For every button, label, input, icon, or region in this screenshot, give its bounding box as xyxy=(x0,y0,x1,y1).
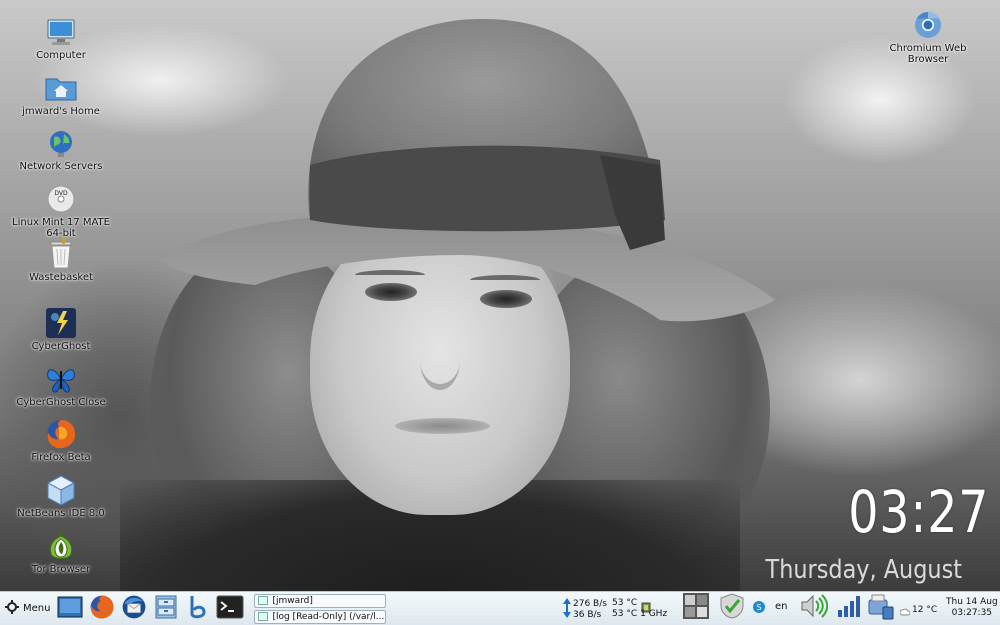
tray-security-status[interactable] xyxy=(718,593,746,623)
gear-icon xyxy=(5,599,19,618)
desktop-icon-label: Network Servers xyxy=(19,161,103,172)
launcher-terminal[interactable] xyxy=(215,594,245,624)
terminal-icon xyxy=(216,595,244,623)
cpu-temp-2: 53 °C xyxy=(612,609,638,619)
task-label: [log [Read-Only] (/var/l... xyxy=(272,611,385,622)
firefox-icon xyxy=(89,594,115,624)
desktop-icon-chromium[interactable]: Chromium Web Browser xyxy=(873,8,983,65)
desktop-icon-label: CyberGhost xyxy=(31,341,91,352)
desktop-icon-cyberghost-close[interactable]: CyberGhost Close xyxy=(6,362,116,408)
network-globe-icon xyxy=(44,126,78,160)
desktop-icon-dvd[interactable]: DVD Linux Mint 17 MATE 64-bit xyxy=(6,182,116,239)
keyboard-layout-indicator[interactable]: en xyxy=(775,601,788,612)
tray-skype[interactable]: S xyxy=(748,594,770,622)
desktop-icon-label: NetBeans IDE 8.0 xyxy=(17,508,105,519)
dvd-disc-icon: DVD xyxy=(44,182,78,216)
shield-check-icon xyxy=(719,593,745,623)
tor-onion-icon xyxy=(44,529,78,563)
computer-icon xyxy=(44,15,78,49)
panel-clock[interactable]: Thu 14 Aug 03:27:35 xyxy=(946,597,998,619)
desktop-icon-computer[interactable]: Computer xyxy=(6,15,116,61)
launcher-file-manager[interactable] xyxy=(151,594,181,624)
launcher-firefox[interactable] xyxy=(87,594,117,624)
desktop-icon-network[interactable]: Network Servers xyxy=(6,126,116,172)
desktop-icon-netbeans[interactable]: NetBeans IDE 8.0 xyxy=(6,473,116,519)
cpu-temp-1: 53 °C xyxy=(612,598,638,608)
desktop-icon-label: Chromium Web Browser xyxy=(889,43,967,65)
show-desktop-icon xyxy=(57,596,83,622)
chromium-icon xyxy=(911,8,945,42)
desktop-icon-label: CyberGhost Close xyxy=(16,397,106,408)
cyberghost-icon xyxy=(44,306,78,340)
window-list: [jmward] [log [Read-Only] (/var/l... xyxy=(254,593,387,624)
desktop-icon-label: Tor Browser xyxy=(31,564,91,575)
launcher-thunderbird[interactable] xyxy=(119,594,149,624)
weather-indicator[interactable]: 12 °C xyxy=(899,601,938,620)
file-cabinet-icon xyxy=(154,594,178,624)
folder-icon xyxy=(258,596,269,605)
launcher-bluefish[interactable] xyxy=(183,594,213,624)
panel-clock-date: Thu 14 Aug xyxy=(946,597,998,607)
task-button-log[interactable]: [log [Read-Only] (/var/l... xyxy=(254,609,387,624)
home-folder-icon xyxy=(44,71,78,105)
desktop-icon-tor[interactable]: Tor Browser xyxy=(6,529,116,575)
network-speed-monitor[interactable]: 276 B/s 36 B/s xyxy=(563,598,607,622)
netbeans-cube-icon xyxy=(44,473,78,507)
trash-icon xyxy=(44,237,78,271)
menu-label: Menu xyxy=(23,603,51,614)
desktop-icon-cyberghost[interactable]: CyberGhost xyxy=(6,306,116,352)
desktop-icon-label: Firefox Beta xyxy=(31,452,91,463)
desktop-icon-label: jmward's Home xyxy=(22,106,100,117)
tray-volume[interactable] xyxy=(800,593,829,623)
panel-clock-time: 03:27:35 xyxy=(951,608,993,618)
document-icon xyxy=(258,612,269,621)
tray-wireless[interactable] xyxy=(836,594,864,622)
svg-text:S: S xyxy=(756,603,761,612)
menu-button[interactable]: Menu xyxy=(0,592,54,625)
desktop-icon-home[interactable]: jmward's Home xyxy=(6,71,116,117)
wallpaper-hat xyxy=(160,19,775,322)
net-download: 36 B/s xyxy=(573,610,602,620)
bluefish-icon xyxy=(186,594,210,624)
photo-collage-icon xyxy=(683,593,709,623)
desktop-icon-wastebasket[interactable]: Wastebasket xyxy=(6,237,116,283)
svg-text:DVD: DVD xyxy=(54,190,68,197)
task-button-home[interactable]: [jmward] xyxy=(254,593,387,608)
task-label: [jmward] xyxy=(272,595,313,606)
wallpaper-mouth xyxy=(395,418,490,434)
speaker-volume-icon xyxy=(800,593,829,623)
thunderbird-icon xyxy=(121,594,147,624)
desktop-icon-firefox[interactable]: Firefox Beta xyxy=(6,417,116,463)
net-upload: 276 B/s xyxy=(573,599,607,609)
chip-icon xyxy=(640,598,667,613)
cpu-frequency: 1 GHz xyxy=(640,609,668,619)
cpu-monitor[interactable]: 53 °C 53 °C 1 GHz xyxy=(612,598,667,620)
weather-temperature: 12 °C xyxy=(912,605,938,615)
weather-cloud-icon xyxy=(899,601,911,620)
clock-widget-time: 03:27 xyxy=(848,478,990,546)
tray-update-manager[interactable] xyxy=(866,594,894,622)
up-down-arrows-icon xyxy=(563,598,571,622)
desktop-icon-label: Linux Mint 17 MATE 64-bit xyxy=(12,217,110,239)
skype-icon: S xyxy=(752,599,766,618)
butterfly-icon xyxy=(44,362,78,396)
launcher-show-desktop[interactable] xyxy=(55,594,85,624)
desktop-icon-label: Wastebasket xyxy=(29,272,93,283)
tray-photo-app[interactable] xyxy=(682,593,710,623)
signal-bars-icon xyxy=(837,594,863,622)
firefox-icon xyxy=(44,417,78,451)
desktop-icon-label: Computer xyxy=(36,50,86,61)
printer-network-icon xyxy=(866,592,894,624)
